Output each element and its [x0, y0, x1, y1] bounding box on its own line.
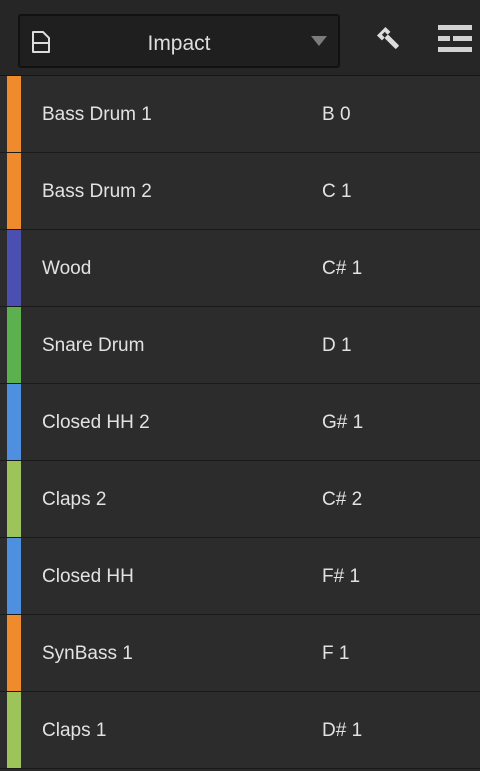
pad-note: C 1: [322, 181, 352, 202]
pad-note: D# 1: [322, 720, 363, 741]
pad-color-swatch: [7, 76, 21, 152]
pad-row[interactable]: Closed HH F# 1: [0, 538, 480, 615]
pad-color-swatch: [7, 692, 21, 768]
pad-row[interactable]: Wood C# 1: [0, 230, 480, 307]
pad-name: Wood: [42, 258, 92, 279]
pad-row[interactable]: SynBass 1 F 1: [0, 615, 480, 692]
pad-name: Closed HH 2: [42, 412, 150, 433]
pad-color-swatch: [7, 615, 21, 691]
pad-color-swatch: [7, 538, 21, 614]
pad-color-swatch: [7, 153, 21, 229]
preset-name: Impact: [147, 32, 211, 55]
pad-name: Bass Drum 2: [42, 181, 152, 202]
pad-note: F# 1: [322, 566, 361, 587]
pad-color-swatch: [7, 461, 21, 537]
pad-row[interactable]: Snare Drum D 1: [0, 307, 480, 384]
pad-name: Bass Drum 1: [42, 104, 152, 125]
pad-row[interactable]: Bass Drum 1 B 0: [0, 76, 480, 153]
pad-row[interactable]: Claps 1 D# 1: [0, 692, 480, 769]
pad-name: Claps 1: [42, 720, 107, 741]
pad-note: B 0: [322, 104, 351, 125]
toolbar: Impact: [0, 0, 480, 76]
pad-name: Claps 2: [42, 489, 107, 510]
pad-row[interactable]: Closed HH 2 G# 1: [0, 384, 480, 461]
list-view-icon[interactable]: [436, 22, 474, 56]
pad-note: F 1: [322, 643, 350, 664]
pad-name: Snare Drum: [42, 335, 145, 356]
preset-selector[interactable]: Impact: [18, 14, 340, 68]
pad-note: C# 2: [322, 489, 363, 510]
chevron-down-icon: [311, 36, 327, 46]
pad-list: Bass Drum 1 B 0 Bass Drum 2 C 1 Wood C# 1 Snar…: [0, 76, 480, 769]
pad-name: Closed HH: [42, 566, 134, 587]
document-icon: [32, 31, 50, 53]
pad-note: G# 1: [322, 412, 364, 433]
pad-note: D 1: [322, 335, 352, 356]
pad-color-swatch: [7, 384, 21, 460]
wrench-icon[interactable]: [374, 24, 404, 54]
pad-note: C# 1: [322, 258, 363, 279]
pad-name: SynBass 1: [42, 643, 133, 664]
pad-row[interactable]: Claps 2 C# 2: [0, 461, 480, 538]
pad-color-swatch: [7, 307, 21, 383]
pad-color-swatch: [7, 230, 21, 306]
pad-row[interactable]: Bass Drum 2 C 1: [0, 153, 480, 230]
